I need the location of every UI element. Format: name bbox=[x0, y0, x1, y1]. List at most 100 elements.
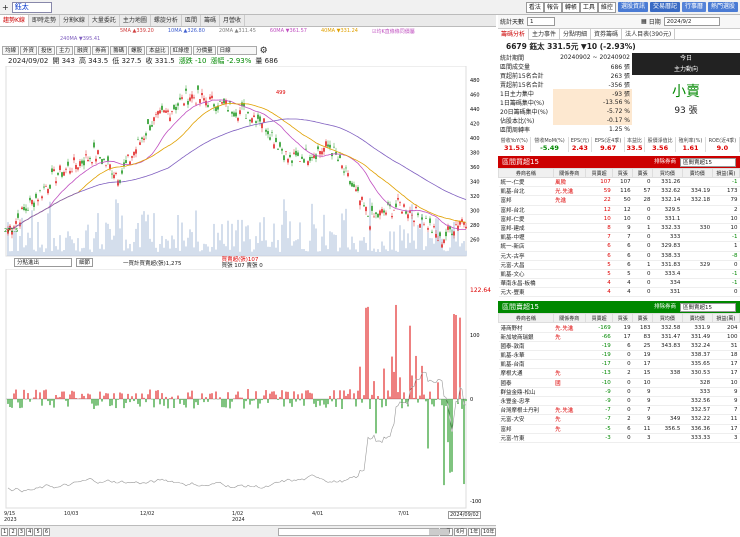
tool-6[interactable]: 籌碼 bbox=[110, 46, 128, 55]
pill-0[interactable]: 選股資訊 bbox=[617, 2, 648, 12]
calendar-icon[interactable]: ▦ bbox=[641, 18, 647, 25]
tool-2[interactable]: 投信 bbox=[38, 46, 56, 55]
candlestick-chart[interactable]: 480 460 440 420 400 380 360 340 320 300 280 260 499… bbox=[0, 66, 496, 257]
ma-note[interactable]: ☑均K直條條同價屬 bbox=[372, 28, 415, 35]
list-row[interactable]: 凱基-台北 光.先進 59 116 57 332.62 334.19 173 bbox=[498, 186, 740, 197]
list-row[interactable]: 國泰國 -10 0 10 328 10 bbox=[498, 378, 740, 388]
period-select[interactable]: 1 bbox=[527, 17, 556, 26]
list-col-header[interactable]: 券商名稱 bbox=[498, 168, 554, 178]
list-col-header[interactable]: 損益(萬) bbox=[711, 168, 740, 178]
toolbar-button-1[interactable]: 報告 bbox=[543, 1, 562, 13]
page-6[interactable]: 6 bbox=[42, 527, 51, 536]
tool-3[interactable]: 主力 bbox=[56, 46, 74, 55]
list-row[interactable]: 國泰-敦南 -19 6 25 343.83 332.24 31 bbox=[498, 341, 740, 352]
list-row[interactable]: 富邦 先進 22 50 28 332.14 332.18 79 bbox=[498, 195, 740, 206]
broker-flow-chart[interactable]: 122.64 100 0 -100 bbox=[0, 269, 496, 509]
list-row[interactable]: 元富-竹東 -3 0 3 333.33 3 bbox=[498, 433, 740, 443]
tab-7[interactable]: 籌碼 bbox=[201, 15, 220, 26]
toolbar-button-3[interactable]: 工具 bbox=[579, 1, 598, 13]
page-2[interactable]: 2 bbox=[9, 527, 17, 536]
tab-2[interactable]: 分割K線 bbox=[60, 15, 89, 26]
sell-sort-select[interactable]: 區間賣超15 bbox=[680, 302, 736, 312]
horizontal-scrollbar[interactable] bbox=[278, 527, 450, 536]
list-row[interactable]: 富邦先 -5 6 11 356.5 336.36 17 bbox=[498, 424, 740, 434]
pill-3[interactable]: 熱門選股 bbox=[707, 2, 738, 12]
toolbar-button-0[interactable]: 看法 bbox=[525, 1, 544, 13]
page-4[interactable]: 4 bbox=[26, 527, 34, 536]
right-tab-2[interactable]: 分點明細 bbox=[560, 28, 592, 40]
tool-9[interactable]: 紅綠燈 bbox=[169, 46, 193, 55]
list-col-header[interactable]: 關係券商 bbox=[552, 168, 586, 178]
list-col-header[interactable]: 券商名稱 bbox=[498, 313, 554, 324]
tool-7[interactable]: 螺股 bbox=[128, 46, 146, 55]
list-row[interactable]: 凱基-文心 5 5 0 333.4 -1 bbox=[498, 269, 740, 280]
page-1[interactable]: 1 bbox=[1, 527, 9, 536]
list-col-header[interactable]: 賣張 bbox=[632, 313, 654, 324]
list-col-header[interactable]: 賣張 bbox=[632, 168, 654, 178]
panel-select[interactable]: 分點進出 bbox=[14, 258, 72, 267]
list-row[interactable]: 元富-大昌 5 6 1 331.83 329 0 bbox=[498, 260, 740, 270]
page-5[interactable]: 5 bbox=[34, 527, 42, 536]
list-row[interactable]: 凱基-台南 -17 0 17 335.65 17 bbox=[498, 359, 740, 370]
page-3[interactable]: 3 bbox=[17, 527, 26, 536]
list-col-header[interactable]: 買賣超 bbox=[584, 313, 614, 324]
period-1y[interactable]: 1年 bbox=[467, 527, 481, 536]
list-row[interactable]: 富邦-仁愛 10 10 0 331.1 10 bbox=[498, 214, 740, 224]
list-row[interactable]: 凱基-中壢 7 7 0 333 -1 bbox=[498, 232, 740, 243]
list-row[interactable]: 富邦-建成 8 9 1 332.33 330 10 bbox=[498, 223, 740, 234]
add-icon[interactable]: + bbox=[2, 3, 9, 12]
list-row[interactable]: 台灣摩根士丹利 先.先進 -7 0 7 332.57 7 bbox=[498, 405, 740, 416]
tool-4[interactable]: 融資 bbox=[74, 46, 92, 55]
tab-1[interactable]: 即時走勢 bbox=[29, 15, 60, 26]
tab-8[interactable]: 月營收 bbox=[220, 15, 245, 26]
date-picker[interactable]: 2024/9/2 bbox=[663, 17, 720, 26]
list-col-header[interactable]: 買賣超 bbox=[584, 168, 614, 178]
pill-1[interactable]: 交易曆記 bbox=[649, 2, 680, 12]
period-10y[interactable]: 10年 bbox=[481, 527, 496, 536]
list-row[interactable]: 元富-大安先 -7 2 9 349 332.22 11 bbox=[498, 414, 740, 425]
right-tab-4[interactable]: 法人目表(390元) bbox=[622, 28, 676, 40]
list-row[interactable]: 元大-古亭 6 6 0 338.33 -8 bbox=[498, 251, 740, 261]
right-tab-3[interactable]: 資券籌碼 bbox=[591, 28, 623, 40]
tab-4[interactable]: 主力地圖 bbox=[120, 15, 151, 26]
gear-icon[interactable]: ⚙ bbox=[260, 46, 268, 56]
tab-5[interactable]: 螺旋分析 bbox=[151, 15, 182, 26]
list-row[interactable]: 新加坡商瑞銀先 -66 17 83 331.47 331.49 100 bbox=[498, 332, 740, 342]
list-col-header[interactable]: 買均價 bbox=[652, 168, 683, 178]
list-col-header[interactable]: 賣均價 bbox=[681, 168, 713, 178]
list-row[interactable]: 統一-仁愛 風險 107 107 0 331.26 -1 bbox=[498, 177, 740, 188]
list-col-header[interactable]: 買均價 bbox=[652, 313, 683, 324]
tool-0[interactable]: 均線 bbox=[2, 46, 20, 55]
detail-button[interactable]: 細節 bbox=[76, 258, 94, 267]
buy-sort-select[interactable]: 區間賣超15 bbox=[680, 157, 736, 167]
tool-5[interactable]: 券商 bbox=[92, 46, 110, 55]
period-6m[interactable]: 6月 bbox=[454, 527, 467, 536]
tab-3[interactable]: 大量委託 bbox=[89, 15, 120, 26]
list-row[interactable]: 統一-新店 6 6 0 329.83 1 bbox=[498, 241, 740, 252]
tab-0[interactable]: 趨勢K線 bbox=[0, 15, 29, 26]
list-row[interactable]: 凱基-永華 -19 0 19 338.37 18 bbox=[498, 350, 740, 361]
tool-11[interactable]: 日線 bbox=[216, 46, 257, 55]
tab-6[interactable]: 區間 bbox=[182, 15, 201, 26]
right-tab-1[interactable]: 主力事件 bbox=[529, 28, 561, 40]
stock-search-input[interactable]: 鈺太 bbox=[11, 1, 52, 13]
list-col-header[interactable]: 關係券商 bbox=[552, 313, 586, 324]
toolbar-button-2[interactable]: 轉帳 bbox=[561, 1, 580, 13]
list-col-header[interactable]: 賣均價 bbox=[681, 313, 713, 324]
toolbar-button-4[interactable]: 維控 bbox=[597, 1, 616, 13]
list-row[interactable]: 摩根大通先 -13 2 15 338 330.53 17 bbox=[498, 368, 740, 379]
list-col-header[interactable]: 損益(萬) bbox=[711, 313, 740, 324]
list-row[interactable]: 富邦-台北 12 12 0 329.5 2 bbox=[498, 205, 740, 215]
tool-1[interactable]: 外資 bbox=[20, 46, 38, 55]
list-row[interactable]: 永豐金-忠孝 -9 0 9 332.56 9 bbox=[498, 396, 740, 407]
tool-10[interactable]: 分價量 bbox=[193, 46, 216, 55]
list-row[interactable]: 港商野村 先.先進 -169 19 183 332.58 331.9 204 bbox=[498, 322, 740, 333]
list-col-header[interactable]: 買張 bbox=[612, 313, 634, 324]
list-row[interactable]: 元大-豐東 4 4 0 331 0 bbox=[498, 287, 740, 298]
list-row[interactable]: 群益金鼎-松山 -9 0 9 333 9 bbox=[498, 387, 740, 397]
pill-2[interactable]: 行事曆 bbox=[681, 2, 706, 12]
tool-8[interactable]: 本益比 bbox=[146, 46, 169, 55]
right-tab-0[interactable]: 籌碼分析 bbox=[498, 28, 530, 40]
list-row[interactable]: 華南永昌-板橋 4 4 0 334 -1 bbox=[498, 278, 740, 289]
list-col-header[interactable]: 買張 bbox=[612, 168, 634, 178]
